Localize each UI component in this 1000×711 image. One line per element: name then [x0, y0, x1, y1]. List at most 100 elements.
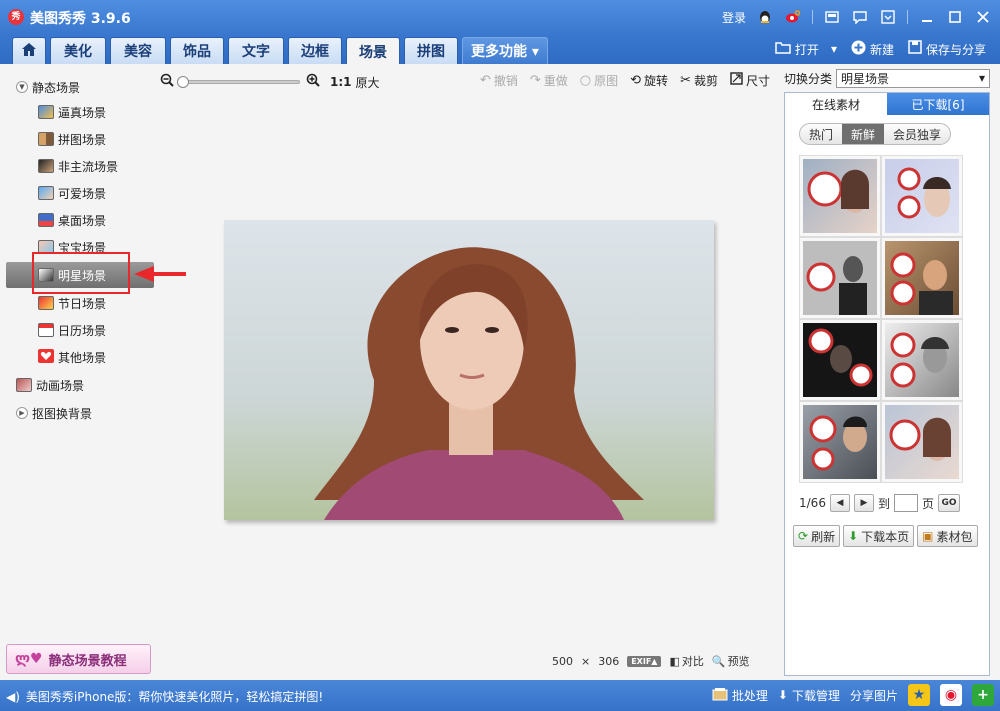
zoom-in-icon[interactable]	[306, 73, 320, 91]
image-width: 500	[552, 654, 573, 668]
edit-tools: ↶ 撤销 ↷ 重做 ○ 原图 ⟲ 旋转 ✂ 裁剪 尺寸	[480, 72, 770, 89]
material-actions: ⟳ 刷新 ⬇ 下载本页 ▣ 素材包	[793, 525, 978, 547]
photo-canvas[interactable]	[224, 220, 714, 520]
menu-icon[interactable]	[879, 8, 897, 26]
app-logo: 秀	[8, 9, 24, 25]
tab-accessories[interactable]: 饰品	[170, 37, 224, 64]
crop-button[interactable]: ✂ 裁剪	[680, 72, 718, 89]
weibo-share-icon[interactable]: ◉	[940, 684, 962, 706]
material-thumbnail[interactable]	[799, 401, 881, 483]
weibo-icon[interactable]	[784, 8, 802, 26]
file-actions: 打开 ▾ 新建 保存与分享	[775, 38, 986, 60]
preview-icon: 🔍	[711, 654, 726, 668]
compare-button[interactable]: ◧ 对比	[669, 653, 703, 669]
undo-button[interactable]: ↶ 撤销	[480, 72, 518, 89]
open-button[interactable]: 打开 ▾	[775, 41, 837, 58]
tree-item-cute[interactable]: 可爱场景	[38, 182, 106, 204]
zoom-out-icon[interactable]	[160, 73, 174, 91]
message-icon[interactable]	[851, 8, 869, 26]
login-link[interactable]: 登录	[722, 9, 746, 26]
filter-fresh[interactable]: 新鲜	[842, 124, 885, 144]
redo-button[interactable]: ↷ 重做	[530, 72, 568, 89]
expand-icon[interactable]: ▶	[16, 407, 28, 419]
batch-process-button[interactable]: 批处理	[712, 687, 768, 704]
page-indicator: 1/66	[799, 496, 826, 510]
qq-icon[interactable]	[756, 8, 774, 26]
tab-more-features[interactable]: 更多功能 ▾	[462, 37, 548, 64]
redo-icon: ↷	[529, 73, 541, 88]
promo-area: ◀) 美图秀秀iPhone版：帮你快速美化照片，轻松搞定拼图!	[6, 688, 323, 705]
tab-scene[interactable]: 场景	[346, 37, 400, 65]
tree-item-other[interactable]: 其他场景	[38, 346, 106, 368]
preview-button[interactable]: 🔍 预览	[712, 653, 750, 669]
save-share-button[interactable]: 保存与分享	[908, 40, 986, 58]
tree-item-desktop[interactable]: 桌面场景	[38, 209, 106, 231]
main-area: ▼ 静态场景 逼真场景 拼图场景 非主流场景 可爱场景 桌面场景 宝宝场景 明星…	[0, 64, 1000, 680]
size-button[interactable]: 尺寸	[730, 72, 770, 89]
tree-group-static[interactable]: ▼ 静态场景	[16, 77, 80, 97]
speaker-icon: ◀)	[6, 689, 20, 704]
page-number-input[interactable]	[893, 494, 918, 512]
maximize-icon[interactable]	[946, 8, 964, 26]
exif-button[interactable]: EXIF▲	[627, 655, 662, 667]
prev-page-button[interactable]: ◀	[829, 494, 850, 512]
download-manager-icon: ⬇	[777, 688, 788, 702]
portrait-photo	[224, 220, 714, 520]
tree-item-calendar[interactable]: 日历场景	[38, 319, 106, 341]
material-box: 在线素材 已下载[6] 热门 新鲜 会员独享 1/66 ◀ ▶ 到 页 GO ⟳…	[784, 92, 990, 676]
material-thumbnail[interactable]	[799, 155, 881, 237]
refresh-button[interactable]: ⟳ 刷新	[793, 525, 841, 547]
material-thumbnail[interactable]	[881, 319, 963, 401]
tab-online-materials[interactable]: 在线素材	[785, 93, 887, 115]
material-pack-button[interactable]: ▣ 素材包	[917, 525, 978, 547]
tree-item-realistic[interactable]: 逼真场景	[38, 101, 106, 123]
rotate-button[interactable]: ⟲ 旋转	[630, 72, 668, 89]
undo-icon: ↶	[479, 73, 491, 88]
download-manager-button[interactable]: ⬇ 下载管理	[778, 687, 840, 704]
tab-home[interactable]	[12, 37, 46, 64]
download-icon: ⬇	[848, 529, 859, 543]
batch-icon	[712, 687, 728, 704]
tree-group-cutout[interactable]: ▶ 抠图换背景	[16, 403, 92, 423]
zoom-slider[interactable]	[177, 76, 300, 88]
tree-item-collage[interactable]: 拼图场景	[38, 128, 106, 150]
page-unit-label: 页	[921, 496, 934, 511]
status-actions: 批处理 ⬇ 下载管理 分享图片 ★ ◉ +	[712, 684, 994, 706]
tab-collage[interactable]: 拼图	[404, 37, 458, 64]
minimize-icon[interactable]	[918, 8, 936, 26]
static-scene-tutorial-button[interactable]: ლ♥ 静态场景教程	[6, 644, 151, 674]
animated-scene-icon	[16, 378, 32, 392]
new-button[interactable]: 新建	[851, 40, 894, 59]
actual-size-button[interactable]: 1:1	[330, 75, 352, 89]
zoom-slider-handle[interactable]	[177, 76, 189, 88]
material-thumbnail[interactable]	[881, 401, 963, 483]
qzone-star-icon[interactable]: ★	[908, 684, 930, 706]
promo-link[interactable]: 美图秀秀iPhone版：帮你快速美化照片，轻松搞定拼图!	[26, 688, 323, 705]
original-button[interactable]: ○ 原图	[580, 72, 618, 89]
material-thumbnail[interactable]	[881, 155, 963, 237]
collapse-icon[interactable]: ▼	[16, 81, 28, 93]
go-button[interactable]: GO	[937, 494, 960, 512]
filter-member-only[interactable]: 会员独享	[884, 124, 950, 144]
filter-hot[interactable]: 热门	[800, 124, 842, 144]
material-thumbnail[interactable]	[799, 319, 881, 401]
material-thumbnail[interactable]	[799, 237, 881, 319]
tree-item-non-mainstream[interactable]: 非主流场景	[38, 155, 118, 177]
next-page-button[interactable]: ▶	[853, 494, 874, 512]
tree-item-holiday[interactable]: 节日场景	[38, 292, 106, 314]
material-thumbnail[interactable]	[881, 237, 963, 319]
chevron-down-icon[interactable]: ▾	[831, 42, 837, 56]
skin-icon[interactable]	[823, 8, 841, 26]
tab-text[interactable]: 文字	[228, 37, 284, 64]
category-select[interactable]: 明星场景 ▾	[836, 68, 990, 88]
tab-downloaded[interactable]: 已下载[6]	[887, 93, 989, 115]
tab-beautify[interactable]: 美化	[50, 37, 106, 64]
tab-frame[interactable]: 边框	[288, 37, 342, 64]
share-photo-button[interactable]: 分享图片	[850, 687, 898, 704]
download-page-button[interactable]: ⬇ 下载本页	[843, 525, 915, 547]
actual-size-label[interactable]: 原大	[356, 74, 380, 91]
close-icon[interactable]	[974, 8, 992, 26]
tab-beauty[interactable]: 美容	[110, 37, 166, 64]
tree-group-animated[interactable]: 动画场景	[16, 375, 84, 395]
add-share-icon[interactable]: +	[972, 684, 994, 706]
